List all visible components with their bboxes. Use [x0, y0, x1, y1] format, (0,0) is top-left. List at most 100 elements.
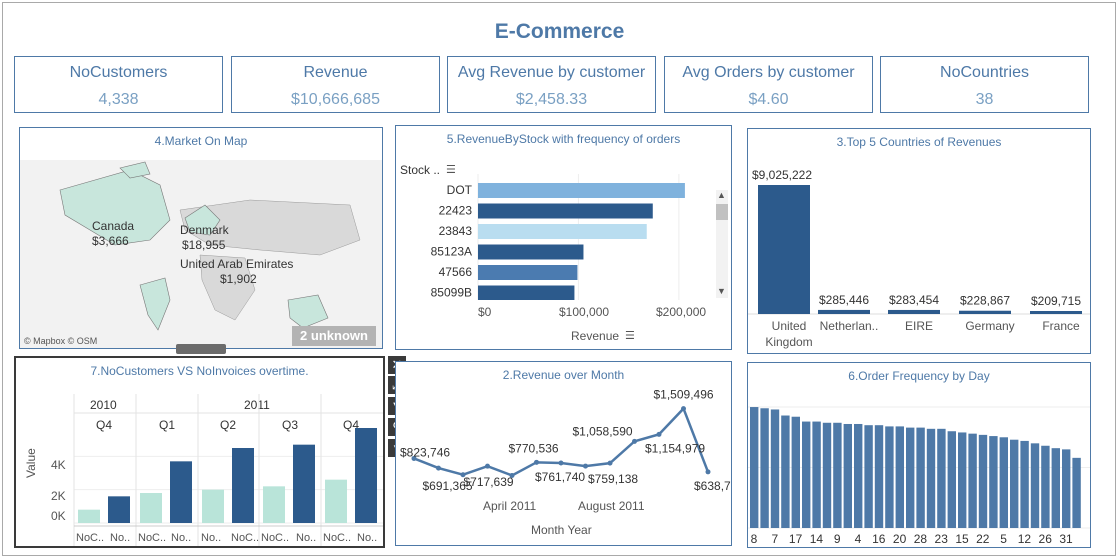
sort-icon[interactable]: ☰	[625, 329, 635, 342]
kpi-card-avg-orders[interactable]: Avg Orders by customer $4.60	[664, 56, 873, 113]
x-label: No..	[201, 532, 221, 544]
country-bar[interactable]	[758, 185, 810, 314]
day-bar[interactable]	[1020, 440, 1029, 528]
data-label: $759,138	[588, 472, 638, 486]
day-bar[interactable]	[874, 425, 884, 528]
country-bar[interactable]	[888, 309, 940, 314]
customers-bar[interactable]	[325, 479, 347, 523]
kpi-value: 38	[975, 91, 994, 108]
day-label: 28	[914, 532, 928, 546]
customers-bar[interactable]	[202, 489, 224, 523]
day-bar[interactable]	[958, 432, 967, 528]
month-chart[interactable]: $823,746$691,365$717,639$770,536$761,740…	[396, 362, 731, 545]
day-bar[interactable]	[1041, 445, 1050, 528]
day-bar[interactable]	[1030, 443, 1040, 528]
stock-bar[interactable]	[478, 244, 584, 260]
panel-drag-handle[interactable]	[176, 344, 226, 354]
day-bar[interactable]	[1072, 457, 1081, 528]
kpi-label: Revenue	[303, 64, 368, 81]
day-bar[interactable]	[802, 421, 811, 528]
scrollbar[interactable]: ▲ ▼	[716, 190, 728, 298]
day-bar[interactable]	[1010, 439, 1019, 528]
day-bar[interactable]	[895, 426, 904, 528]
customers-panel[interactable]: 7.NoCustomers VS NoInvoices overtime. 20…	[14, 356, 385, 548]
day-bar[interactable]	[781, 415, 790, 528]
day-label: 15	[955, 532, 969, 546]
day-bar[interactable]	[791, 416, 800, 528]
scroll-thumb[interactable]	[716, 204, 728, 220]
kpi-card-avg-revenue[interactable]: Avg Revenue by customer $2,458.33	[447, 56, 656, 113]
customers-bar[interactable]	[263, 486, 285, 523]
country-bar[interactable]	[818, 309, 870, 314]
countries-panel[interactable]: 3.Top 5 Countries of Revenues $9,025,222…	[747, 128, 1091, 354]
stock-panel[interactable]: 5.RevenueByStock with frequency of order…	[395, 125, 732, 350]
day-bar[interactable]	[1051, 448, 1060, 528]
stock-bar[interactable]	[478, 203, 653, 219]
customers-chart[interactable]: NoC.. No.. NoC.. No.. No.. NoC.. No.. NoC.. No..…	[16, 358, 385, 548]
country-bar[interactable]	[959, 310, 1011, 314]
day-bar[interactable]	[812, 421, 821, 528]
unknown-badge[interactable]: 2 unknown	[292, 326, 376, 346]
day-bar[interactable]	[968, 433, 977, 528]
day-bar[interactable]	[822, 422, 832, 528]
day-panel[interactable]: 6.Order Frequency by Day 8 7 17 14 9 4 16 20 28 2…	[747, 362, 1091, 548]
day-bar[interactable]	[885, 426, 894, 528]
line-point[interactable]	[607, 460, 613, 466]
customers-bar[interactable]	[78, 509, 100, 523]
day-chart[interactable]: 8 7 17 14 9 4 16 20 28 23 15 22 5 12 26 31	[748, 363, 1090, 547]
stock-chart[interactable]: DOT 22423 23843 85123A 47566 85099B	[396, 174, 716, 300]
day-bar[interactable]	[750, 407, 759, 528]
map-label-country: United Arab Emirates	[180, 257, 294, 271]
world-map[interactable]	[20, 160, 382, 348]
day-bar[interactable]	[916, 427, 925, 528]
x-tick: August 2011	[578, 499, 645, 513]
scroll-up-icon[interactable]: ▲	[717, 190, 726, 200]
invoices-bar[interactable]	[170, 461, 192, 523]
day-bar[interactable]	[864, 425, 873, 528]
stock-bar[interactable]	[478, 183, 685, 198]
day-bar[interactable]	[760, 408, 769, 528]
day-bar[interactable]	[1062, 449, 1071, 528]
stock-bar[interactable]	[478, 285, 575, 301]
day-bar[interactable]	[843, 423, 852, 528]
x-label: No..	[110, 532, 130, 544]
line-point[interactable]	[705, 469, 711, 475]
line-point[interactable]	[583, 463, 588, 469]
line-point[interactable]	[436, 465, 441, 471]
x-label: No..	[296, 532, 316, 544]
kpi-value: $2,458.33	[515, 91, 588, 108]
day-bar[interactable]	[770, 409, 780, 528]
day-bar[interactable]	[906, 427, 915, 528]
invoices-bar[interactable]	[293, 444, 315, 523]
customers-bar[interactable]	[140, 493, 162, 523]
day-bar[interactable]	[978, 434, 988, 528]
month-panel[interactable]: 2.Revenue over Month $823,746 $691,365 $71…	[395, 361, 732, 546]
line-point[interactable]	[485, 463, 490, 469]
kpi-card-customers[interactable]: NoCustomers 4,338	[14, 56, 223, 113]
day-bar[interactable]	[999, 437, 1008, 528]
day-bar[interactable]	[926, 428, 936, 528]
invoices-bar[interactable]	[355, 428, 377, 523]
line-point[interactable]	[558, 460, 564, 466]
invoices-bar[interactable]	[232, 448, 254, 523]
x-label: No..	[357, 532, 377, 544]
stock-bar[interactable]	[478, 265, 578, 280]
day-bar[interactable]	[937, 428, 946, 528]
line-point[interactable]	[534, 459, 539, 465]
line-point[interactable]	[632, 438, 637, 444]
kpi-card-countries[interactable]: NoCountries 38	[880, 56, 1089, 113]
country-bar[interactable]	[1030, 311, 1082, 314]
stock-bar[interactable]	[478, 224, 647, 239]
day-bar[interactable]	[833, 422, 842, 528]
day-bar[interactable]	[947, 431, 956, 528]
line-point[interactable]	[656, 431, 662, 437]
scroll-down-icon[interactable]: ▼	[717, 286, 726, 296]
day-bar[interactable]	[854, 423, 863, 528]
invoices-bar[interactable]	[108, 496, 130, 523]
map-panel[interactable]: 4.Market On Map Canada $3,666 Denmark $1…	[19, 127, 383, 349]
panel-title: 4.Market On Map	[154, 134, 248, 148]
countries-chart[interactable]: $9,025,222 United $285,446 Netherlan.. $283,…	[748, 129, 1090, 353]
day-bar[interactable]	[989, 436, 998, 528]
kpi-card-revenue[interactable]: Revenue $10,666,685	[231, 56, 440, 113]
line-point[interactable]	[681, 406, 686, 412]
